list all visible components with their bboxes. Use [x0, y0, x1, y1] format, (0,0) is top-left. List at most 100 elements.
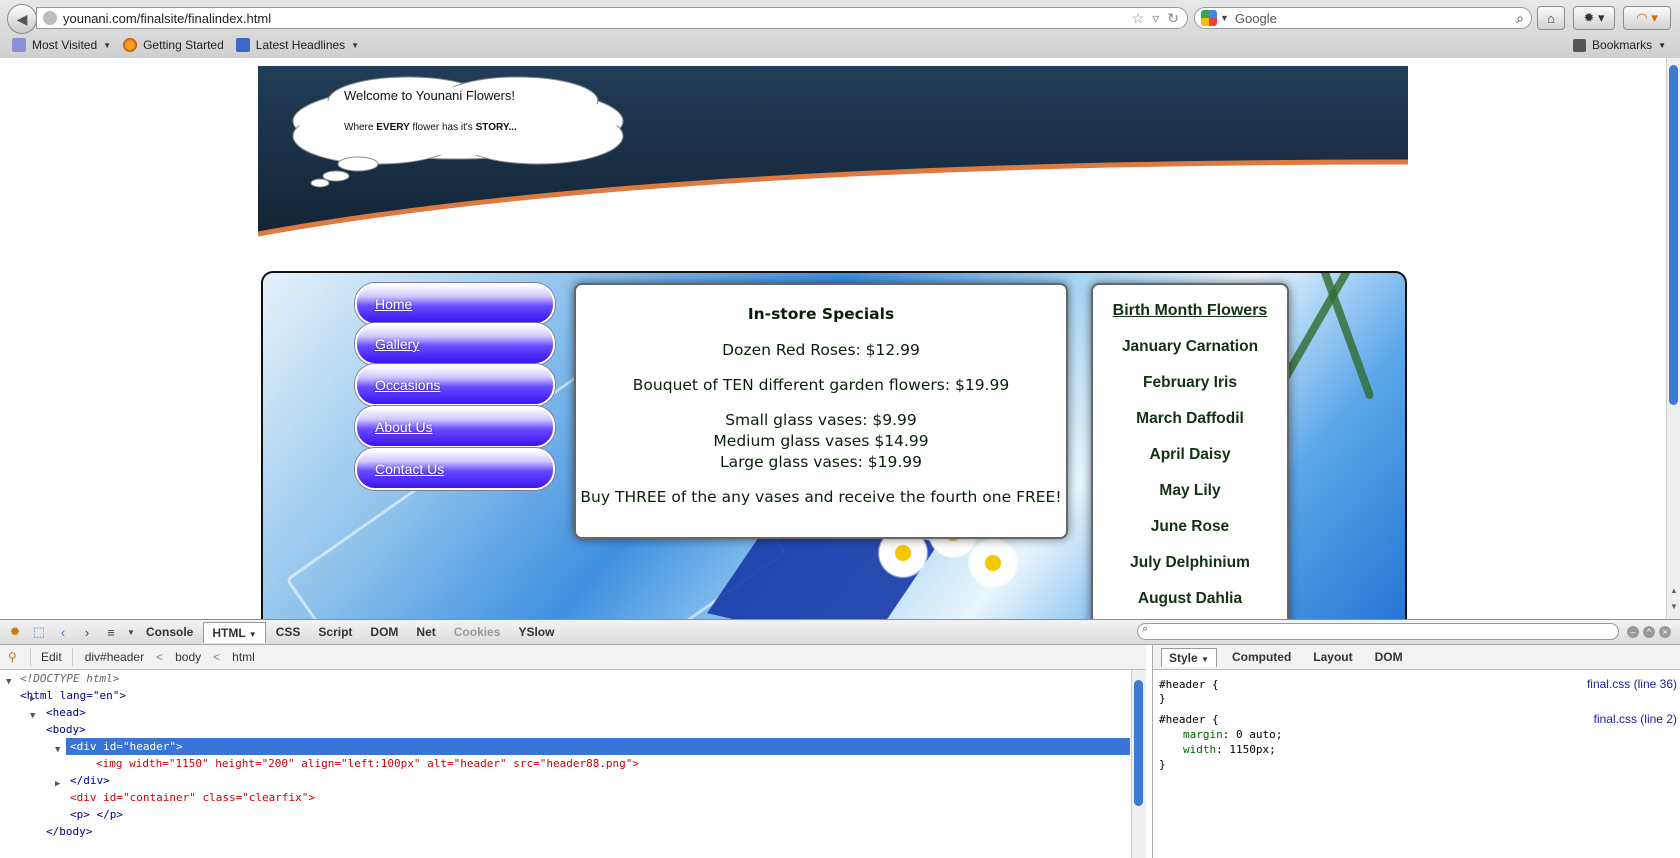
firebug-button[interactable]: ✹ ▾	[1573, 6, 1615, 30]
nav-link[interactable]: Home	[375, 296, 412, 312]
firebug-search-input[interactable]: ⌕	[1137, 623, 1619, 640]
html-tree: <!DOCTYPE html> ▼ <html lang="en"> ▶ <he…	[0, 670, 1131, 858]
site-identity-icon[interactable]	[43, 11, 57, 25]
nav-occasions-button[interactable]: Occasions	[355, 364, 555, 406]
edit-button[interactable]: Edit	[30, 648, 73, 666]
addon-button[interactable]: ◠ ▾	[1623, 6, 1671, 30]
tab-cookies[interactable]: Cookies	[446, 622, 509, 642]
css-declaration[interactable]: margin: 0 auto;	[1183, 727, 1282, 742]
list-menu-icon[interactable]: ≡	[102, 623, 120, 641]
scroll-down-arrow-icon[interactable]: ▼	[1670, 602, 1678, 611]
tab-script[interactable]: Script	[310, 622, 360, 642]
tab-css[interactable]: CSS	[268, 622, 309, 642]
css-declaration[interactable]: width: 1150px;	[1183, 742, 1276, 757]
twisty-closed-icon[interactable]: ▶	[30, 691, 35, 708]
home-button[interactable]: ⌂	[1537, 6, 1565, 30]
html-tree-scrollbar[interactable]	[1131, 670, 1146, 858]
rainbow-icon: ◠ ▾	[1636, 10, 1658, 25]
css-close: }	[1159, 692, 1166, 705]
nav-back-icon[interactable]: ‹	[54, 623, 72, 641]
css-source-link[interactable]: final.css (line 36)	[1587, 677, 1677, 692]
detach-icon[interactable]: ^	[1643, 626, 1655, 638]
tree-node[interactable]: <html lang="en">	[20, 687, 126, 704]
tab-html[interactable]: HTML ▼	[203, 621, 266, 643]
nav-about-button[interactable]: About Us	[355, 406, 555, 448]
chevron-down-icon[interactable]: ▼	[1220, 13, 1229, 23]
special-item: Bouquet of TEN different garden flowers:…	[632, 376, 1010, 394]
special-item: Small glass vases: $9.99	[725, 411, 917, 429]
birth-month-item: August Dahlia	[1137, 590, 1243, 607]
search-placeholder[interactable]: Google	[1235, 11, 1516, 26]
nav-link[interactable]: Occasions	[375, 377, 440, 393]
nav-link[interactable]: Gallery	[375, 336, 419, 352]
bookmark-most-visited[interactable]: Most Visited ▼	[12, 38, 111, 52]
scrollbar-thumb[interactable]	[1669, 65, 1678, 405]
css-property[interactable]: width	[1183, 743, 1216, 756]
tree-node[interactable]: <head>	[46, 704, 86, 721]
bookmark-getting-started[interactable]: Getting Started	[123, 38, 224, 52]
firebug-crumb-icon: ⚲	[8, 650, 17, 664]
scroll-up-arrow-icon[interactable]: ▲	[1670, 586, 1678, 595]
birth-month-title[interactable]: Birth Month Flowers	[1093, 302, 1287, 320]
nav-home-button[interactable]: Home	[355, 283, 555, 325]
twisty-open-icon[interactable]: ▼	[30, 708, 35, 725]
crumb-div-header[interactable]: div#header	[85, 650, 144, 664]
tree-node[interactable]: <p> </p>	[70, 806, 123, 823]
minimize-icon[interactable]: –	[1627, 626, 1639, 638]
tree-node[interactable]: <div id="container" class="clearfix">	[70, 789, 315, 806]
tab-side-dom[interactable]: DOM	[1368, 648, 1410, 666]
inspect-icon[interactable]: ⬚	[30, 623, 48, 641]
address-bar[interactable]: younani.com/finalsite/finalindex.html ☆ …	[36, 7, 1188, 29]
search-icon[interactable]: ⌕	[1516, 10, 1524, 27]
scrollbar-thumb[interactable]	[1134, 680, 1143, 806]
tab-dom[interactable]: DOM	[362, 622, 406, 642]
css-value[interactable]: 0 auto	[1236, 728, 1276, 741]
css-property[interactable]: margin	[1183, 728, 1223, 741]
tree-node[interactable]: <img width="1150" height="200" align="le…	[96, 755, 639, 772]
leaf-decoration	[1319, 273, 1375, 401]
back-button[interactable]: ◀	[7, 4, 37, 34]
history-dropdown-icon[interactable]: ▿	[1152, 10, 1159, 27]
nav-forward-icon[interactable]: ›	[78, 623, 96, 641]
tagline-part: Where	[344, 122, 377, 133]
firebug-menu-icon[interactable]: ✹	[6, 623, 24, 641]
chevron-down-icon: ▼	[351, 40, 360, 50]
tab-computed[interactable]: Computed	[1225, 648, 1298, 666]
twisty-open-icon[interactable]: ▼	[55, 742, 60, 759]
crumb-html[interactable]: html	[232, 650, 255, 664]
bookmarks-menu[interactable]: Bookmarks ▼	[1573, 34, 1666, 56]
tab-layout[interactable]: Layout	[1306, 648, 1359, 666]
firebug-toolbar: ✹ ⬚ ‹ › ≡ ▼ Console HTML ▼ CSS Script DO…	[0, 620, 1680, 645]
tagline-part: flower has it's	[409, 122, 476, 133]
twisty-closed-icon[interactable]: ▶	[55, 776, 60, 793]
css-close: }	[1159, 758, 1166, 771]
css-selector[interactable]: #header {	[1159, 677, 1219, 692]
nav-contact-button[interactable]: Contact Us	[355, 448, 555, 490]
bookmark-latest-headlines[interactable]: Latest Headlines ▼	[235, 38, 360, 52]
tab-style[interactable]: Style ▼	[1161, 647, 1217, 667]
twisty-open-icon[interactable]: ▼	[6, 674, 11, 691]
page-scrollbar[interactable]: ▲ ▼	[1666, 58, 1680, 619]
nav-link[interactable]: About Us	[375, 419, 433, 435]
firebug-panel: ✹ ⬚ ‹ › ≡ ▼ Console HTML ▼ CSS Script DO…	[0, 619, 1680, 858]
css-selector[interactable]: #header {	[1159, 712, 1219, 727]
tree-node[interactable]: <body>	[46, 721, 86, 738]
close-icon[interactable]: ×	[1659, 626, 1671, 638]
tab-yslow[interactable]: YSlow	[510, 622, 562, 642]
reload-icon[interactable]: ↻	[1167, 10, 1179, 27]
tab-console[interactable]: Console	[138, 622, 201, 642]
google-engine-icon[interactable]	[1201, 10, 1217, 26]
special-item: Medium glass vases $14.99	[713, 432, 929, 450]
chevron-down-icon[interactable]: ▼	[126, 623, 136, 641]
url-text[interactable]: younani.com/finalsite/finalindex.html	[63, 11, 1132, 26]
css-value[interactable]: 1150px	[1229, 743, 1269, 756]
birth-month-panel: Birth Month Flowers January Carnation Fe…	[1091, 283, 1289, 619]
selected-tree-node[interactable]: <div id="header">	[66, 738, 1130, 755]
search-bar[interactable]: ▼ Google ⌕	[1194, 7, 1532, 29]
crumb-body[interactable]: body	[175, 650, 201, 664]
css-source-link[interactable]: final.css (line 2)	[1594, 712, 1677, 727]
nav-gallery-button[interactable]: Gallery	[355, 323, 555, 365]
nav-link[interactable]: Contact Us	[375, 461, 444, 477]
bookmark-star-icon[interactable]: ☆	[1132, 10, 1145, 27]
tab-net[interactable]: Net	[408, 622, 443, 642]
